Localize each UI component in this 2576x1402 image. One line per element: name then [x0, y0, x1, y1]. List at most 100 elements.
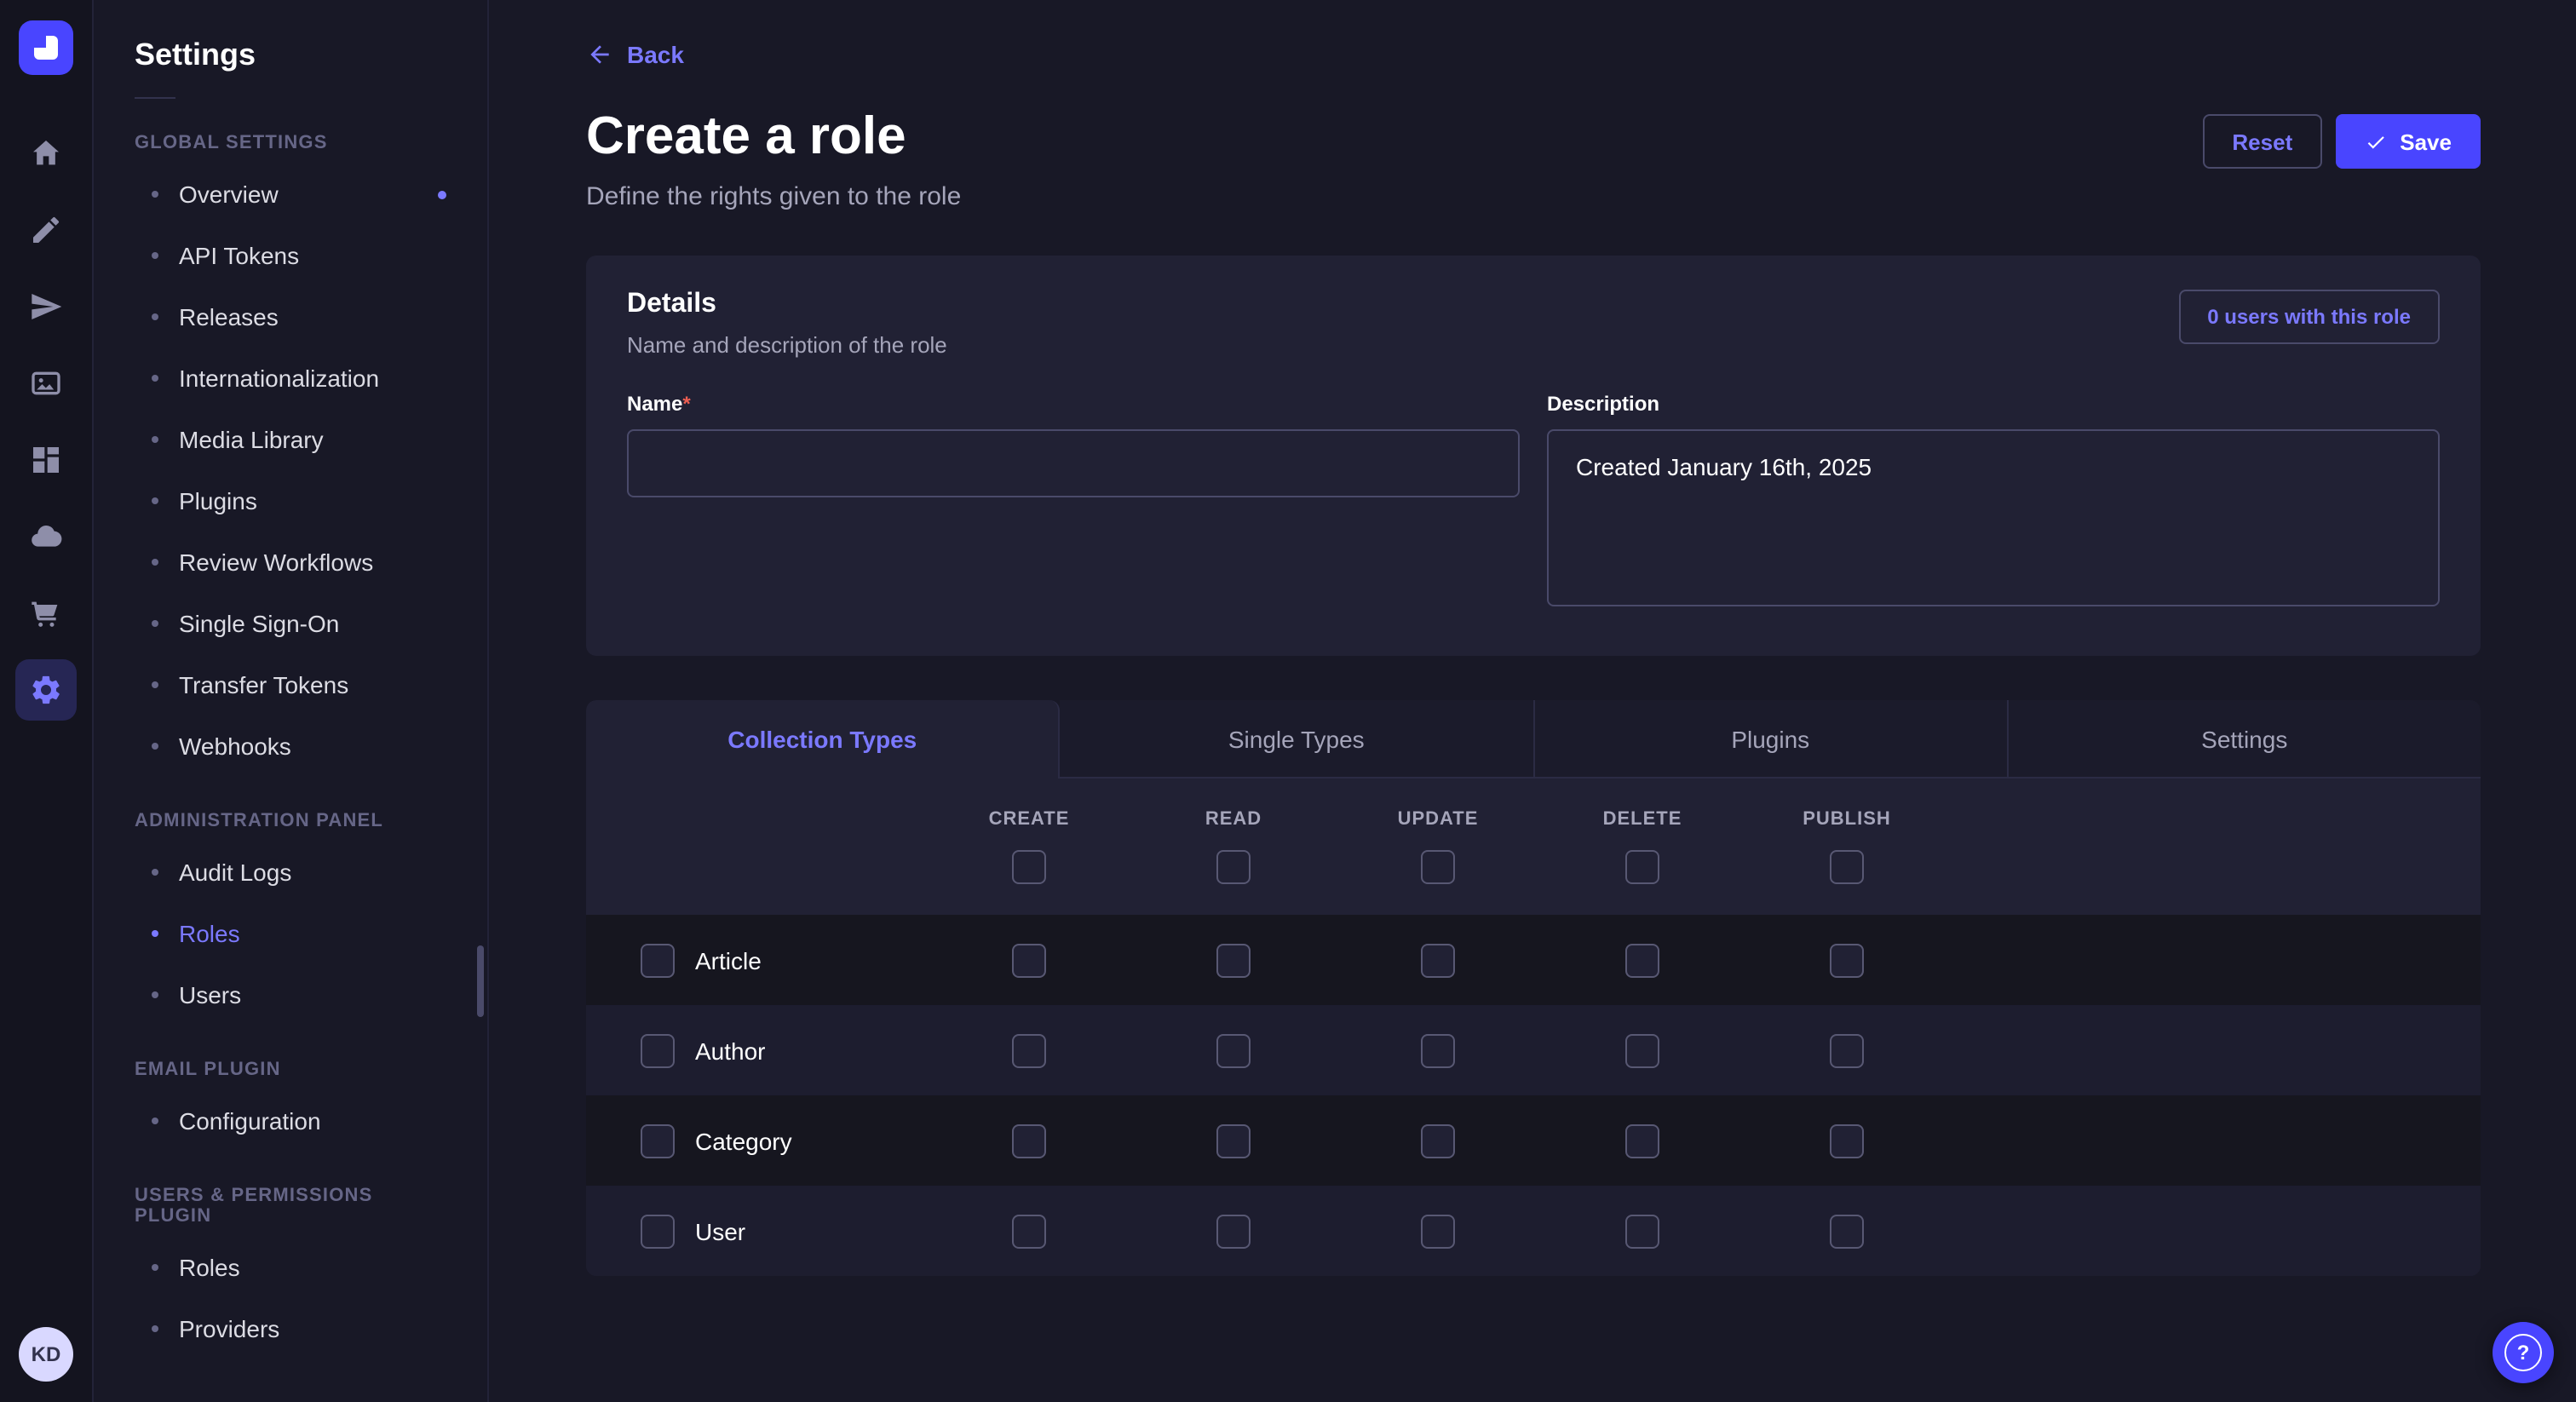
- tab-label: Plugins: [1731, 725, 1809, 752]
- section-label-administration-panel: ADMINISTRATION PANEL: [135, 811, 446, 831]
- sidebar-item-overview[interactable]: Overview: [94, 164, 487, 225]
- row-select-all-checkbox[interactable]: [641, 1123, 675, 1158]
- tab-plugins[interactable]: Plugins: [1534, 700, 2009, 779]
- user-avatar[interactable]: KD: [19, 1327, 73, 1382]
- sidebar-item-label: Plugins: [179, 486, 257, 516]
- permission-checkbox[interactable]: [1012, 1033, 1046, 1067]
- section-label-email-plugin: EMAIL PLUGIN: [135, 1060, 446, 1080]
- permission-checkbox[interactable]: [1830, 943, 1864, 977]
- permission-checkbox[interactable]: [1012, 1123, 1046, 1158]
- check-icon: [2364, 130, 2386, 152]
- select-all-read-checkbox[interactable]: [1216, 850, 1251, 884]
- bullet-icon: [152, 375, 158, 382]
- row-select-all-checkbox[interactable]: [641, 943, 675, 977]
- sidebar-item-api-tokens[interactable]: API Tokens: [94, 225, 487, 286]
- permission-checkbox[interactable]: [1421, 1033, 1455, 1067]
- permission-checkbox[interactable]: [1625, 943, 1659, 977]
- sidebar-item-plugins[interactable]: Plugins: [94, 470, 487, 531]
- select-all-delete-checkbox[interactable]: [1625, 850, 1659, 884]
- permission-checkbox[interactable]: [1421, 1214, 1455, 1248]
- description-field-label: Description: [1547, 392, 2440, 416]
- sidebar-item-label: Transfer Tokens: [179, 669, 348, 700]
- row-select-all-checkbox[interactable]: [641, 1214, 675, 1248]
- sidebar-item-providers[interactable]: Providers: [94, 1298, 487, 1359]
- reset-button[interactable]: Reset: [2203, 114, 2321, 169]
- bullet-icon: [152, 620, 158, 627]
- tab-label: Collection Types: [727, 726, 917, 753]
- cell-read: [1131, 943, 1336, 977]
- permission-checkbox[interactable]: [1830, 1123, 1864, 1158]
- row-label: User: [695, 1217, 745, 1244]
- permission-checkbox[interactable]: [1216, 1214, 1251, 1248]
- permission-checkbox[interactable]: [1830, 1033, 1864, 1067]
- description-textarea[interactable]: Created January 16th, 2025: [1547, 429, 2440, 606]
- nav-rail: KD: [0, 0, 94, 1402]
- permission-checkbox[interactable]: [1216, 943, 1251, 977]
- permissions-table-header: CREATE READ UPDATE DELETE: [586, 779, 2481, 915]
- save-button[interactable]: Save: [2335, 114, 2481, 169]
- cart-icon[interactable]: [15, 583, 77, 644]
- sidebar-item-label: Configuration: [179, 1106, 321, 1136]
- row-select-all-checkbox[interactable]: [641, 1033, 675, 1067]
- table-row-article: Article: [586, 915, 2481, 1005]
- select-all-publish-checkbox[interactable]: [1830, 850, 1864, 884]
- sidebar-item-webhooks[interactable]: Webhooks: [94, 715, 487, 777]
- app-window: KD Settings GLOBAL SETTINGS Overview API…: [0, 0, 2576, 1402]
- media-icon[interactable]: [15, 353, 77, 414]
- permission-checkbox[interactable]: [1625, 1123, 1659, 1158]
- help-button[interactable]: ?: [2493, 1322, 2554, 1383]
- settings-gear-icon[interactable]: [15, 659, 77, 721]
- cell-read: [1131, 1123, 1336, 1158]
- layout-icon[interactable]: [15, 429, 77, 491]
- column-delete: DELETE: [1540, 809, 1745, 884]
- tab-collection-types[interactable]: Collection Types: [586, 700, 1061, 779]
- required-asterisk: *: [682, 392, 690, 416]
- sidebar-item-label: Releases: [179, 302, 279, 332]
- sidebar-scrollbar-thumb[interactable]: [477, 945, 484, 1017]
- permission-checkbox[interactable]: [1830, 1214, 1864, 1248]
- back-link[interactable]: Back: [586, 41, 684, 68]
- cloud-icon[interactable]: [15, 506, 77, 567]
- permission-checkbox[interactable]: [1625, 1033, 1659, 1067]
- strapi-logo[interactable]: [19, 20, 73, 75]
- sidebar-item-users[interactable]: Users: [94, 964, 487, 1026]
- sidebar-item-single-sign-on[interactable]: Single Sign-On: [94, 593, 487, 654]
- sidebar-title-divider: [135, 97, 175, 99]
- select-all-create-checkbox[interactable]: [1012, 850, 1046, 884]
- users-with-role-button[interactable]: 0 users with this role: [2178, 290, 2440, 344]
- back-arrow-icon: [586, 41, 613, 68]
- sidebar-item-review-workflows[interactable]: Review Workflows: [94, 531, 487, 593]
- cell-create: [927, 1033, 1131, 1067]
- sidebar-item-label: Review Workflows: [179, 547, 373, 577]
- name-input[interactable]: [627, 429, 1520, 497]
- sidebar-item-configuration[interactable]: Configuration: [94, 1090, 487, 1152]
- paper-plane-icon[interactable]: [15, 276, 77, 337]
- tab-settings[interactable]: Settings: [2009, 700, 2481, 779]
- permission-checkbox[interactable]: [1421, 943, 1455, 977]
- home-icon[interactable]: [15, 123, 77, 184]
- tab-label: Settings: [2201, 725, 2287, 752]
- permission-checkbox[interactable]: [1012, 943, 1046, 977]
- permission-checkbox[interactable]: [1216, 1123, 1251, 1158]
- permission-checkbox[interactable]: [1625, 1214, 1659, 1248]
- users-with-role-label: 0 users with this role: [2207, 305, 2411, 329]
- permissions-table: CREATE READ UPDATE DELETE: [586, 779, 2481, 1276]
- column-create: CREATE: [927, 809, 1131, 884]
- bullet-icon: [152, 869, 158, 876]
- tab-single-types[interactable]: Single Types: [1061, 700, 1535, 779]
- bullet-icon: [152, 497, 158, 504]
- sidebar-item-media-library[interactable]: Media Library: [94, 409, 487, 470]
- permission-checkbox[interactable]: [1216, 1033, 1251, 1067]
- sidebar-item-roles[interactable]: Roles: [94, 903, 487, 964]
- pencil-icon[interactable]: [15, 199, 77, 261]
- sidebar-item-audit-logs[interactable]: Audit Logs: [94, 842, 487, 903]
- sidebar-item-releases[interactable]: Releases: [94, 286, 487, 348]
- sidebar-item-up-roles[interactable]: Roles: [94, 1237, 487, 1298]
- sidebar-item-transfer-tokens[interactable]: Transfer Tokens: [94, 654, 487, 715]
- row-name-cell: Author: [586, 1033, 927, 1067]
- sidebar-item-internationalization[interactable]: Internationalization: [94, 348, 487, 409]
- permission-checkbox[interactable]: [1421, 1123, 1455, 1158]
- cell-publish: [1745, 943, 1949, 977]
- select-all-update-checkbox[interactable]: [1421, 850, 1455, 884]
- permission-checkbox[interactable]: [1012, 1214, 1046, 1248]
